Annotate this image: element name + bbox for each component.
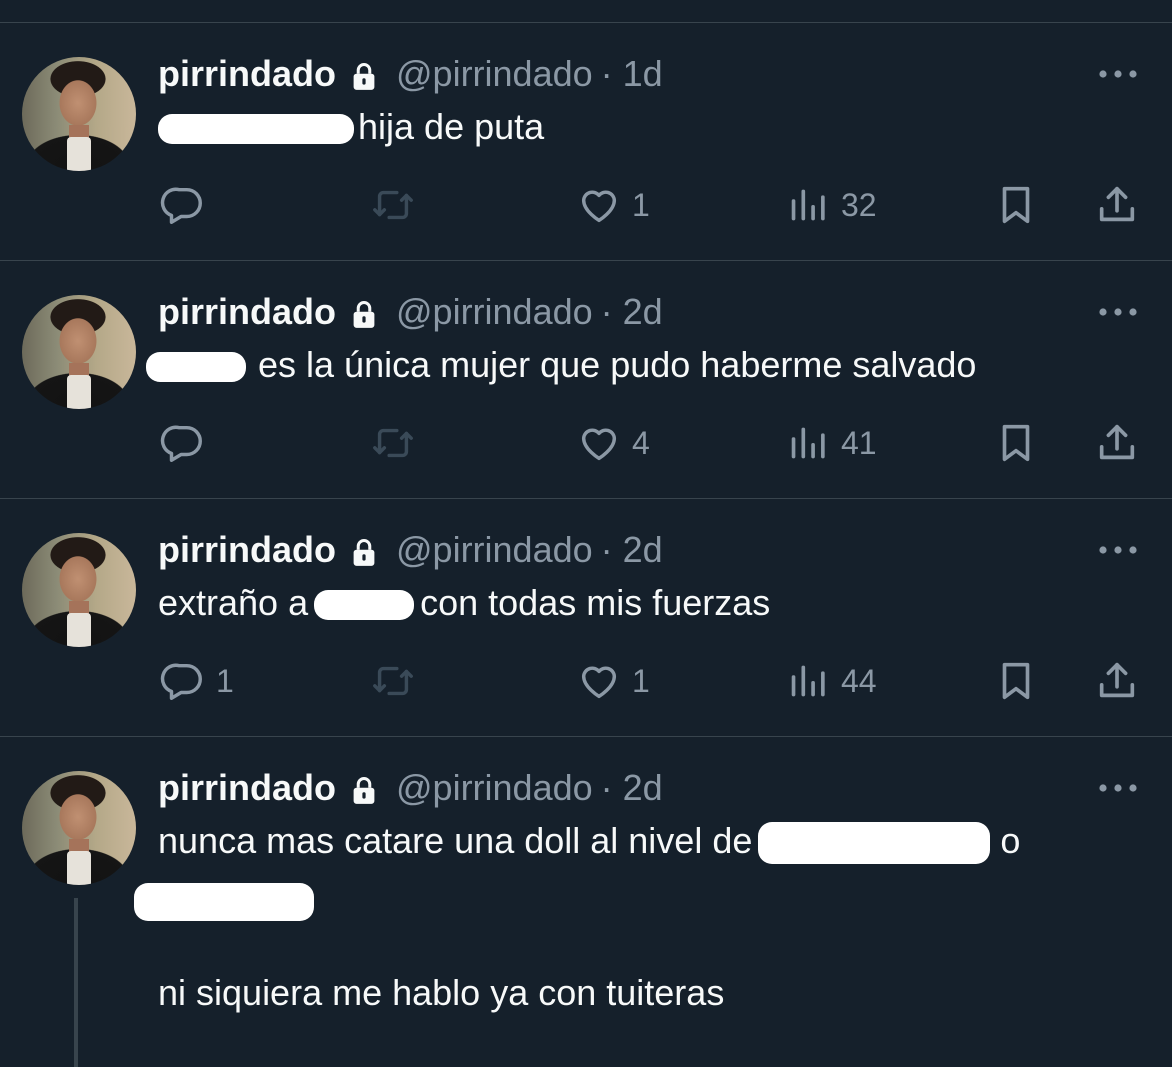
avatar[interactable] — [22, 57, 136, 171]
handle[interactable]: @pirrindado — [396, 767, 593, 809]
views-button[interactable]: 44 — [785, 653, 877, 709]
like-button[interactable]: 1 — [576, 653, 650, 709]
timestamp[interactable]: · 2d — [601, 291, 663, 333]
tweet[interactable]: pirrindado @pirrindado · 2d nunca mas ca… — [0, 737, 1172, 1067]
lock-icon — [350, 299, 378, 329]
tweet-header: pirrindado @pirrindado · 2d — [158, 528, 663, 572]
redacted-mark — [134, 883, 314, 921]
lock-icon — [350, 61, 378, 91]
views-button[interactable]: 41 — [785, 415, 877, 471]
tweet-text-segment: hija de puta — [358, 106, 545, 147]
handle[interactable]: @pirrindado — [396, 53, 593, 95]
view-count: 41 — [841, 424, 877, 461]
like-button[interactable]: 4 — [576, 415, 650, 471]
retweet-icon — [370, 420, 416, 466]
bookmark-button[interactable] — [993, 177, 1039, 233]
view-count: 44 — [841, 662, 877, 699]
display-name[interactable]: pirrindado — [158, 291, 336, 333]
like-count: 1 — [632, 662, 650, 699]
reply-button[interactable] — [160, 177, 216, 233]
share-button[interactable] — [1094, 653, 1140, 709]
tweet-header: pirrindado @pirrindado · 1d — [158, 52, 663, 96]
tweet-text-segment: con todas mis fuerzas — [420, 582, 771, 623]
handle[interactable]: @pirrindado — [396, 529, 593, 571]
view-count: 32 — [841, 186, 877, 223]
redacted-mark — [758, 822, 991, 865]
display-name[interactable]: pirrindado — [158, 529, 336, 571]
redacted-mark — [314, 590, 415, 621]
like-count: 1 — [632, 186, 650, 223]
display-name[interactable]: pirrindado — [158, 767, 336, 809]
tweet-text-segment: es la única mujer que pudo haberme salva… — [258, 344, 977, 385]
bookmark-icon — [993, 420, 1039, 466]
views-icon — [785, 420, 831, 466]
timestamp[interactable]: · 1d — [601, 53, 663, 95]
thread-line — [74, 898, 78, 1067]
avatar[interactable] — [22, 533, 136, 647]
reply-icon — [160, 658, 206, 704]
heart-icon — [576, 182, 622, 228]
share-icon — [1094, 658, 1140, 704]
reply-button[interactable] — [160, 415, 216, 471]
views-button[interactable]: 32 — [785, 177, 877, 233]
lock-icon — [350, 775, 378, 805]
bookmark-button[interactable] — [993, 653, 1039, 709]
views-icon — [785, 658, 831, 704]
avatar[interactable] — [22, 295, 136, 409]
tweet-text: extraño a con todas mis fuerzas — [158, 581, 770, 625]
retweet-button[interactable] — [370, 415, 416, 471]
bookmark-icon — [993, 658, 1039, 704]
reply-button[interactable]: 1 — [160, 653, 234, 709]
retweet-icon — [370, 658, 416, 704]
avatar[interactable] — [22, 771, 136, 885]
retweet-button[interactable] — [370, 653, 416, 709]
share-icon — [1094, 420, 1140, 466]
display-name[interactable]: pirrindado — [158, 53, 336, 95]
tweet-text: hija de puta — [158, 105, 544, 149]
like-count: 4 — [632, 424, 650, 461]
reply-icon — [160, 420, 206, 466]
retweet-button[interactable] — [370, 177, 416, 233]
share-button[interactable] — [1094, 415, 1140, 471]
more-icon[interactable] — [1097, 773, 1139, 803]
handle[interactable]: @pirrindado — [396, 291, 593, 333]
tweet[interactable]: pirrindado @pirrindado · 2d es la única … — [0, 261, 1172, 499]
tweet-text-segment: o — [1000, 820, 1021, 861]
timestamp[interactable]: · 2d — [601, 767, 663, 809]
reply-icon — [160, 182, 206, 228]
more-icon[interactable] — [1097, 297, 1139, 327]
lock-icon — [350, 537, 378, 567]
tweet-header: pirrindado @pirrindado · 2d — [158, 290, 663, 334]
reply-count: 1 — [216, 662, 234, 699]
tweet-header: pirrindado @pirrindado · 2d — [158, 766, 663, 810]
heart-icon — [576, 658, 622, 704]
tweet-text-segment: nunca mas catare una doll al nivel de — [158, 820, 753, 861]
like-button[interactable]: 1 — [576, 177, 650, 233]
redacted-mark — [146, 352, 246, 383]
bookmark-icon — [993, 182, 1039, 228]
tweet[interactable]: pirrindado @pirrindado · 2d extraño a con… — [0, 499, 1172, 737]
more-icon[interactable] — [1097, 535, 1139, 565]
tweet[interactable]: pirrindado @pirrindado · 1d hija de puta… — [0, 23, 1172, 261]
tweet-text: ni siquiera me hablo ya con tuiteras — [158, 971, 724, 1015]
tweet-text: es la única mujer que pudo haberme salva… — [146, 343, 976, 387]
redacted-mark — [158, 114, 354, 145]
heart-icon — [576, 420, 622, 466]
tweet-text-segment: ni siquiera me hablo ya con tuiteras — [158, 972, 725, 1013]
tweet-text-segment: extraño a — [158, 582, 309, 623]
share-icon — [1094, 182, 1140, 228]
retweet-icon — [370, 182, 416, 228]
bookmark-button[interactable] — [993, 415, 1039, 471]
tweet-text: nunca mas catare una doll al nivel de o — [158, 819, 1021, 865]
views-icon — [785, 182, 831, 228]
share-button[interactable] — [1094, 177, 1140, 233]
more-icon[interactable] — [1097, 59, 1139, 89]
timestamp[interactable]: · 2d — [601, 529, 663, 571]
